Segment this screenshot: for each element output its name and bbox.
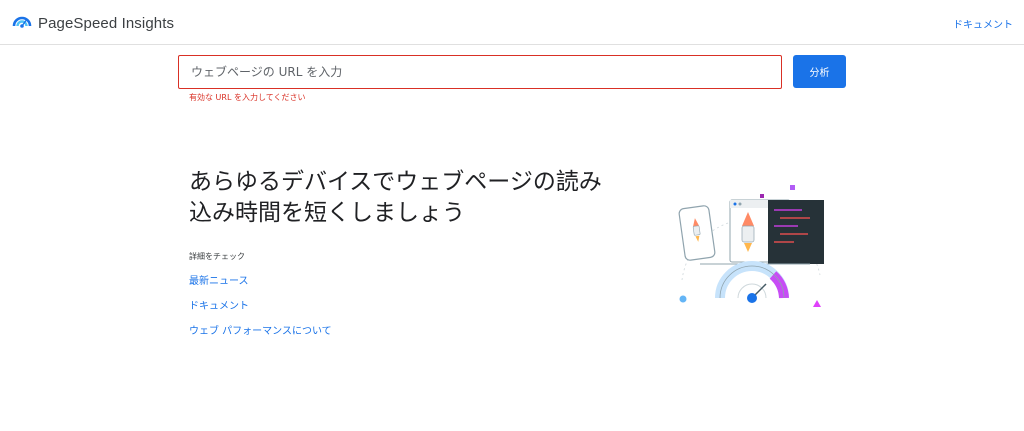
headline-line-2: 込み時間を短くしましょう [189,200,465,226]
speed-illustration [670,180,830,310]
news-link[interactable]: 最新ニュース [189,272,249,287]
learn-more-label: 詳細をチェック [189,252,245,261]
url-error-message: 有効な URL を入力してください [189,93,306,102]
documentation-link[interactable]: ドキュメント [189,297,249,312]
page-headline: あらゆるデバイスでウェブページの読み 込み時間を短くしましょう [189,167,649,229]
logo-link[interactable]: PageSpeed Insights [12,11,174,35]
header-docs-link[interactable]: ドキュメント [953,16,1013,31]
purple-square-icon [790,185,795,190]
pagespeed-logo-icon [12,11,32,35]
blue-dot-icon [679,295,687,303]
headline-line-1: あらゆるデバイスでウェブページの読み [189,169,602,195]
pink-triangle-icon [813,300,821,307]
analyze-button[interactable]: 分析 [793,55,846,88]
top-bar: PageSpeed Insights ドキュメント [0,0,1024,45]
app-name: PageSpeed Insights [38,14,175,32]
url-input[interactable] [178,55,782,89]
web-performance-link[interactable]: ウェブ パフォーマンスについて [189,322,332,337]
